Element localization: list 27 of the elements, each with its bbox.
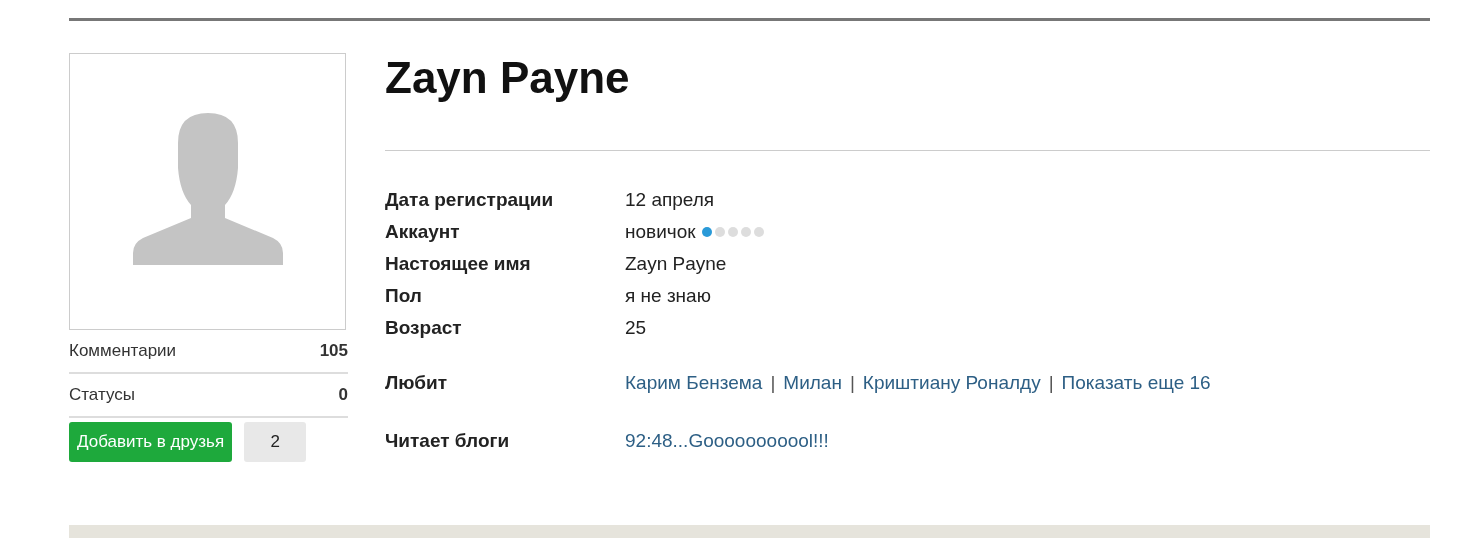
interest-link[interactable]: Криштиану Роналду bbox=[862, 364, 1041, 402]
avatar-silhouette-icon bbox=[132, 113, 283, 265]
separator: | bbox=[1048, 371, 1054, 395]
detail-value: 25 bbox=[625, 316, 647, 340]
likes-label: Любит bbox=[385, 371, 449, 395]
stat-label: Комментарии bbox=[69, 340, 177, 362]
interest-link[interactable]: Показать еще 16 bbox=[1061, 364, 1211, 402]
separator: | bbox=[849, 371, 855, 395]
detail-label: Настоящее имя bbox=[385, 252, 532, 276]
detail-value: я не знаю bbox=[625, 284, 711, 308]
stat-value: 0 bbox=[338, 384, 348, 406]
detail-value: Zayn Payne bbox=[625, 252, 727, 276]
detail-label: Дата регистрации bbox=[385, 188, 555, 212]
separator: | bbox=[770, 371, 776, 395]
interest-link[interactable]: Карим Бензема bbox=[625, 364, 763, 402]
profile-name: Zayn Payne bbox=[385, 53, 631, 103]
stat-label: Статусы bbox=[69, 384, 135, 406]
detail-value: 12 апреля bbox=[625, 188, 715, 212]
blog-link[interactable]: 92:48...Gooooooooool!!! bbox=[625, 422, 829, 460]
stat-value: 105 bbox=[319, 340, 348, 362]
blogs-label: Читает блоги bbox=[385, 429, 511, 453]
detail-label: Пол bbox=[385, 284, 423, 308]
interest-link[interactable]: Милан bbox=[783, 364, 842, 402]
friend-count: 2 bbox=[244, 422, 307, 462]
detail-label: Аккаунт bbox=[385, 220, 461, 244]
detail-label: Возраст bbox=[385, 316, 463, 340]
detail-value: новичок bbox=[625, 220, 696, 244]
